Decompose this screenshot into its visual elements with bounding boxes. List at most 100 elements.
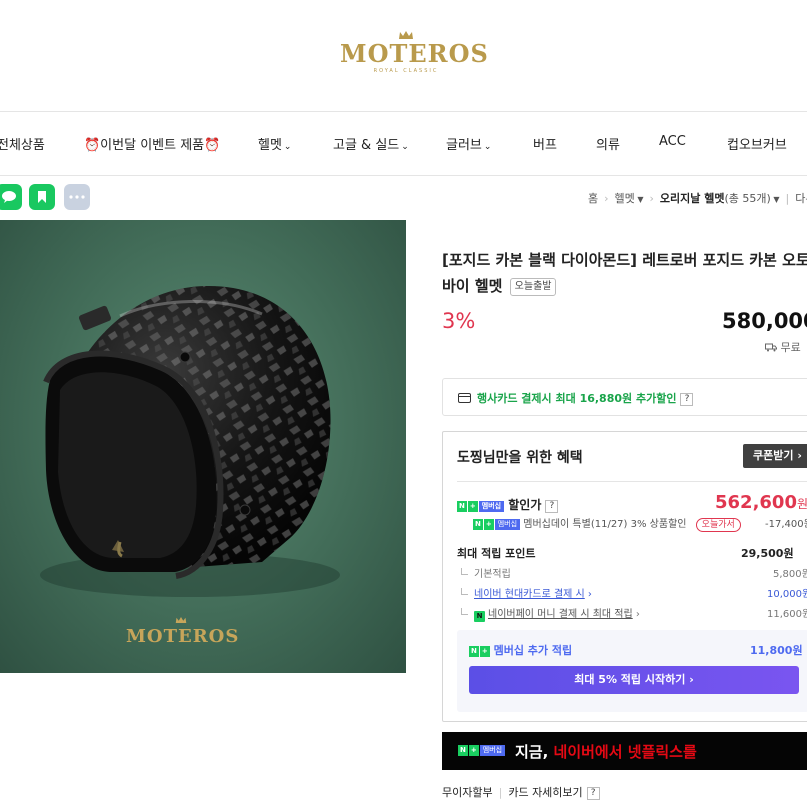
points-label: 최대 적립 포인트: [457, 547, 536, 560]
n-icon: N: [457, 501, 467, 512]
membership-points-text: 멤버십 추가 적립: [493, 644, 573, 657]
caret-down-icon: ▼: [634, 195, 644, 204]
image-brand-name: MOTEROS: [126, 626, 240, 647]
nav-item-goggle-shield[interactable]: 고글 & 실드 ⌄: [333, 134, 409, 153]
help-icon[interactable]: ?: [586, 787, 600, 800]
breadcrumb-count: (총 55개): [724, 192, 771, 205]
currency-unit: 원: [796, 497, 807, 511]
site-header: MOTEROS ROYAL CLASSIC: [0, 0, 807, 110]
nav-item-acc[interactable]: ACC: [659, 134, 686, 149]
separator: |: [498, 786, 503, 799]
base-points-label: 기본적립: [461, 565, 511, 580]
netflix-banner-text: 지금, 네이버에서 넷플릭스를: [515, 741, 697, 762]
more-icon: [69, 195, 85, 199]
plus-icon: +: [468, 745, 479, 756]
main-nav: 전체상품 ⏰이번달 이벤트 제품⏰ 헬멧 ⌄ 고글 & 실드 ⌄ 글러브 ⌄ 버프 의…: [0, 111, 807, 176]
start-membership-button[interactable]: 최대 5% 적립 시작하기 ›: [469, 666, 799, 694]
nav-item-cup-of-curve[interactable]: 컵오브커브: [727, 134, 787, 153]
card-promotion[interactable]: 행사카드 결제시 최대 16,880원 추가할인?: [442, 378, 807, 416]
bookmark-share-button[interactable]: [29, 184, 55, 210]
membership-day-discount: N + 멤버십 멤버십데이 특별(11/27) 3% 상품할인 오늘가서: [473, 515, 741, 532]
card-promotion-text: 행사카드 결제시 최대 16,880원 추가할인: [477, 392, 677, 405]
breadcrumb-current[interactable]: 오리지날 헬멧: [660, 192, 725, 205]
breadcrumb-separator: |: [785, 192, 790, 205]
membership-label: 멤버십: [478, 501, 505, 512]
sale-price-value: 562,600: [715, 492, 797, 513]
image-brand-logo: MOTEROS: [126, 616, 240, 647]
base-points-amount: 5,800원: [773, 569, 807, 580]
brand-name: MOTEROS: [340, 39, 489, 68]
card-info-link[interactable]: 카드 자세히보기: [508, 786, 582, 799]
chevron-down-icon: ⌄: [401, 142, 409, 152]
hyundai-card-link[interactable]: 네이버 현대카드로 결제 시: [474, 589, 585, 600]
npay-icon: N: [474, 611, 485, 622]
nav-item-label: 컵오브커브: [727, 138, 787, 153]
delivery-info: 무료: [765, 339, 801, 355]
nav-item-helmet[interactable]: 헬멧 ⌄: [258, 134, 291, 153]
product-title-text: [포지드 카본 블랙 다이아몬드] 레트로버 포지드 카본 오토바이 헬멧: [442, 251, 807, 295]
help-icon[interactable]: ?: [680, 393, 694, 406]
brand-tagline: ROYAL CLASSIC: [373, 68, 439, 74]
nav-item-label: 고글 & 실드: [333, 138, 400, 153]
help-icon[interactable]: ?: [545, 500, 559, 513]
sale-price: 562,600원: [715, 492, 807, 513]
more-share-button[interactable]: [64, 184, 90, 210]
talk-share-button[interactable]: [0, 184, 22, 210]
nav-item-monthly-event[interactable]: ⏰이번달 이벤트 제품⏰: [84, 134, 220, 153]
netflix-naver: 네이버에서: [553, 743, 628, 761]
credit-card-icon: [458, 393, 471, 403]
nav-item-glove[interactable]: 글러브 ⌄: [446, 134, 491, 153]
chevron-down-icon: ⌄: [283, 142, 292, 152]
membership-points-label: N + 멤버십 추가 적립: [469, 642, 572, 658]
breadcrumb-next[interactable]: 다른: [795, 192, 807, 205]
nav-item-label: 의류: [596, 138, 620, 153]
netflix-banner[interactable]: N + 멤버십 지금, 네이버에서 넷플릭스를: [442, 732, 807, 770]
benefit-panel: 도찡님만을 위한 혜택 쿠폰받기 › N + 멤버십 할인가? 562,600원 N…: [442, 431, 807, 722]
npay-money-points: N 네이버페이 머니 결제 시 최대 적립 ›: [461, 605, 640, 622]
helmet-illustration: [40, 285, 340, 597]
naver-membership-badge: N + 멤버십: [473, 519, 521, 530]
breadcrumb-separator: ›: [604, 192, 609, 205]
naver-membership-badge: N + 멤버십: [457, 501, 505, 512]
benefit-title: 도찡님만을 위한 혜택: [457, 450, 583, 466]
plus-icon: +: [479, 646, 490, 657]
sale-label-text: 할인가: [508, 498, 542, 512]
product-image[interactable]: MOTEROS: [0, 220, 406, 673]
breadcrumb-separator: ›: [649, 192, 654, 205]
chevron-right-icon: ›: [689, 673, 694, 686]
npay-money-link[interactable]: 네이버페이 머니 결제 시 최대 적립: [488, 609, 633, 620]
nav-item-label: 전체상품: [0, 138, 45, 153]
brand-logo[interactable]: MOTEROS ROYAL CLASSIC: [340, 30, 489, 86]
installment-info: 무이자할부 | 카드 자세히보기?: [442, 784, 600, 800]
sale-price-label: N + 멤버십 할인가?: [457, 496, 559, 513]
installment-label: 무이자할부: [442, 786, 493, 799]
membership-label: 멤버십: [479, 745, 506, 756]
membership-label: 멤버십: [494, 519, 521, 530]
breadcrumb-helmet[interactable]: 헬멧: [615, 192, 635, 205]
nav-item-buff[interactable]: 버프: [533, 134, 557, 153]
membership-points-box: N + 멤버십 추가 적립 11,800원 최대 5% 적립 시작하기 ›: [457, 630, 807, 712]
nav-item-all-products[interactable]: 전체상품: [0, 134, 45, 153]
nav-item-label: 글러브: [446, 138, 482, 153]
n-icon: N: [473, 519, 483, 530]
coupon-button-label: 쿠폰받기: [753, 449, 794, 462]
netflix-prefix: 지금,: [515, 743, 554, 761]
divider: [457, 481, 807, 482]
naver-membership-badge: N + 멤버십: [458, 745, 506, 756]
chevron-down-icon: ⌄: [483, 142, 492, 152]
nav-item-label: 버프: [533, 138, 557, 153]
membership-day-text: 멤버십데이 특별(11/27) 3% 상품할인: [523, 519, 687, 530]
breadcrumb-home[interactable]: 홈: [588, 192, 598, 205]
product-title: [포지드 카본 블랙 다이아몬드] 레트로버 포지드 카본 오토바이 헬멧 오늘…: [442, 247, 807, 299]
coupon-button[interactable]: 쿠폰받기 ›: [743, 444, 807, 468]
today-ship-tag: 오늘가서: [695, 518, 741, 532]
nav-item-clothing[interactable]: 의류: [596, 134, 620, 153]
netflix-highlight: 넷플릭스를: [627, 743, 697, 761]
start-membership-label: 최대 5% 적립 시작하기: [574, 673, 686, 686]
product-price: 580,000: [722, 309, 807, 333]
today-ship-badge: 오늘출발: [509, 278, 557, 296]
naver-plus-badge: N +: [469, 646, 490, 657]
branch-line: [461, 568, 468, 575]
chevron-right-icon: ›: [584, 589, 592, 600]
chevron-right-icon: ›: [797, 449, 802, 462]
